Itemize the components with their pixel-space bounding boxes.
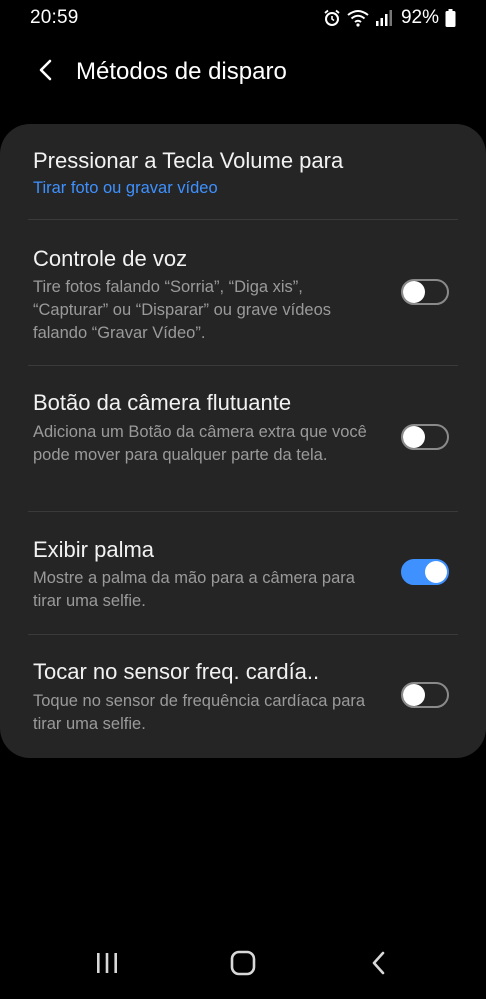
toggle-knob [403, 281, 425, 303]
setting-subtitle: Mostre a palma da mão para a câmera para… [33, 569, 355, 610]
toggle-knob [403, 684, 425, 706]
settings-card: Pressionar a Tecla Volume para Tirar fot… [0, 124, 486, 758]
setting-voice-control[interactable]: Controle de voz Tire fotos falando “Sorr… [0, 220, 486, 365]
signal-icon [375, 9, 393, 27]
setting-floating-camera-button[interactable]: Botão da câmera flutuante Adiciona um Bo… [0, 366, 486, 511]
voice-control-toggle[interactable] [401, 279, 449, 305]
back-button[interactable] [26, 52, 66, 92]
app-bar: Métodos de disparo [0, 50, 486, 94]
setting-title: Exibir palma [33, 537, 155, 562]
back-arrow-icon [37, 59, 55, 86]
home-button[interactable] [221, 943, 265, 987]
wifi-icon [347, 9, 369, 27]
navigation-bar [0, 929, 486, 999]
setting-title: Pressionar a Tecla Volume para [33, 148, 344, 173]
toggle-knob [403, 426, 425, 448]
setting-title: Controle de voz [33, 246, 188, 271]
setting-subtitle: Tire fotos falando “Sorria”, “Diga xis”,… [33, 278, 332, 342]
alarm-icon [323, 9, 341, 27]
heart-rate-sensor-toggle[interactable] [401, 682, 449, 708]
status-icons: 92% [323, 7, 456, 29]
battery-percent: 92% [400, 7, 439, 28]
floating-camera-toggle[interactable] [401, 424, 449, 450]
nav-back-icon [371, 951, 387, 980]
recents-button[interactable] [85, 943, 129, 987]
show-palm-toggle[interactable] [401, 559, 449, 585]
status-time: 20:59 [30, 7, 79, 28]
recents-icon [95, 952, 119, 979]
battery-icon [445, 9, 456, 27]
page-title: Métodos de disparo [76, 58, 287, 85]
nav-back-button[interactable] [357, 943, 401, 987]
toggle-knob [425, 561, 447, 583]
setting-show-palm[interactable]: Exibir palma Mostre a palma da mão para … [0, 512, 486, 634]
setting-subtitle: Tirar foto ou gravar vídeo [33, 179, 218, 197]
home-icon [230, 950, 256, 981]
setting-subtitle: Toque no sensor de frequência cardíaca p… [33, 692, 366, 733]
setting-heart-rate-sensor[interactable]: Tocar no sensor freq. cardía.. Toque no … [0, 635, 486, 758]
setting-volume-key[interactable]: Pressionar a Tecla Volume para Tirar fot… [0, 124, 486, 219]
setting-title: Botão da câmera flutuante [33, 390, 292, 415]
status-bar: 20:59 92% [0, 0, 486, 36]
setting-subtitle: Adiciona um Botão da câmera extra que vo… [33, 423, 367, 464]
setting-title: Tocar no sensor freq. cardía.. [33, 659, 320, 684]
